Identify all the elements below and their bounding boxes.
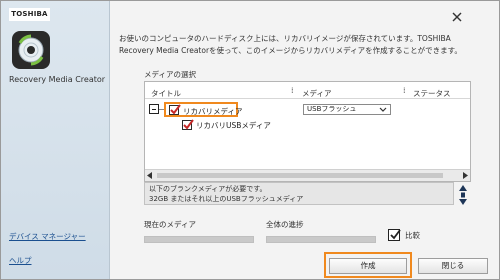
requirement-info: 以下のブランクメディアが必要です。 32GB またはそれ以上のUSBフラッシュメ… bbox=[144, 182, 454, 205]
header-divider bbox=[145, 98, 470, 99]
requirement-line-1: 以下のブランクメディアが必要です。 bbox=[149, 185, 267, 193]
description-text: お使いのコンピュータのハードディスク上には、リカバリイメージが保存されています。… bbox=[119, 34, 462, 55]
horizontal-scrollbar[interactable] bbox=[145, 169, 470, 181]
sidebar: TOSHIBA Recovery Media Creator デバイス マネージ… bbox=[1, 1, 110, 279]
scroll-thumb[interactable] bbox=[157, 173, 443, 178]
recovery-media-label: リカバリメディア bbox=[183, 107, 243, 116]
create-button[interactable]: 作成 bbox=[329, 258, 407, 274]
close-button[interactable]: 閉じる bbox=[418, 258, 488, 274]
current-media-label: 現在のメディア bbox=[144, 220, 196, 229]
scroll-left-icon[interactable] bbox=[147, 172, 153, 179]
recovery-usb-label: リカバリUSBメディア bbox=[196, 121, 271, 130]
compare-label: 比較 bbox=[405, 231, 420, 240]
media-type-dropdown[interactable]: USBフラッシュ bbox=[303, 104, 391, 115]
media-selection-label: メディアの選択 bbox=[144, 70, 196, 79]
scroll-right-icon[interactable] bbox=[462, 172, 468, 179]
media-type-value: USBフラッシュ bbox=[307, 105, 357, 113]
overall-progress-label: 全体の進捗 bbox=[266, 220, 304, 229]
recovery-usb-checkbox[interactable] bbox=[182, 119, 194, 130]
overall-progress bbox=[266, 236, 376, 243]
close-icon[interactable] bbox=[447, 7, 467, 27]
compare-checkbox[interactable] bbox=[388, 229, 401, 241]
recovery-disc-icon bbox=[12, 31, 50, 69]
media-list: タイトル ⁞ メディア ⁞ ステータス リカバリメディア リカバリUSBメディア… bbox=[144, 81, 471, 182]
column-resize-handle[interactable]: ⁞ bbox=[291, 86, 294, 95]
device-manager-link[interactable]: デバイス マネージャー bbox=[9, 231, 86, 242]
column-resize-handle[interactable]: ⁞ bbox=[403, 86, 406, 95]
vertical-scrollbar[interactable] bbox=[457, 184, 469, 206]
requirement-line-2: 32GB またはそれ以上のUSBフラッシュメディア bbox=[149, 195, 304, 203]
chevron-down-icon bbox=[379, 106, 387, 116]
collapse-toggle[interactable] bbox=[149, 104, 159, 114]
app-title: Recovery Media Creator bbox=[9, 75, 106, 84]
app-window: TOSHIBA Recovery Media Creator デバイス マネージ… bbox=[0, 0, 500, 280]
toshiba-logo: TOSHIBA bbox=[9, 8, 50, 21]
current-media-progress bbox=[144, 236, 254, 243]
help-link[interactable]: ヘルプ bbox=[9, 255, 32, 266]
recovery-media-checkbox[interactable] bbox=[169, 104, 181, 115]
